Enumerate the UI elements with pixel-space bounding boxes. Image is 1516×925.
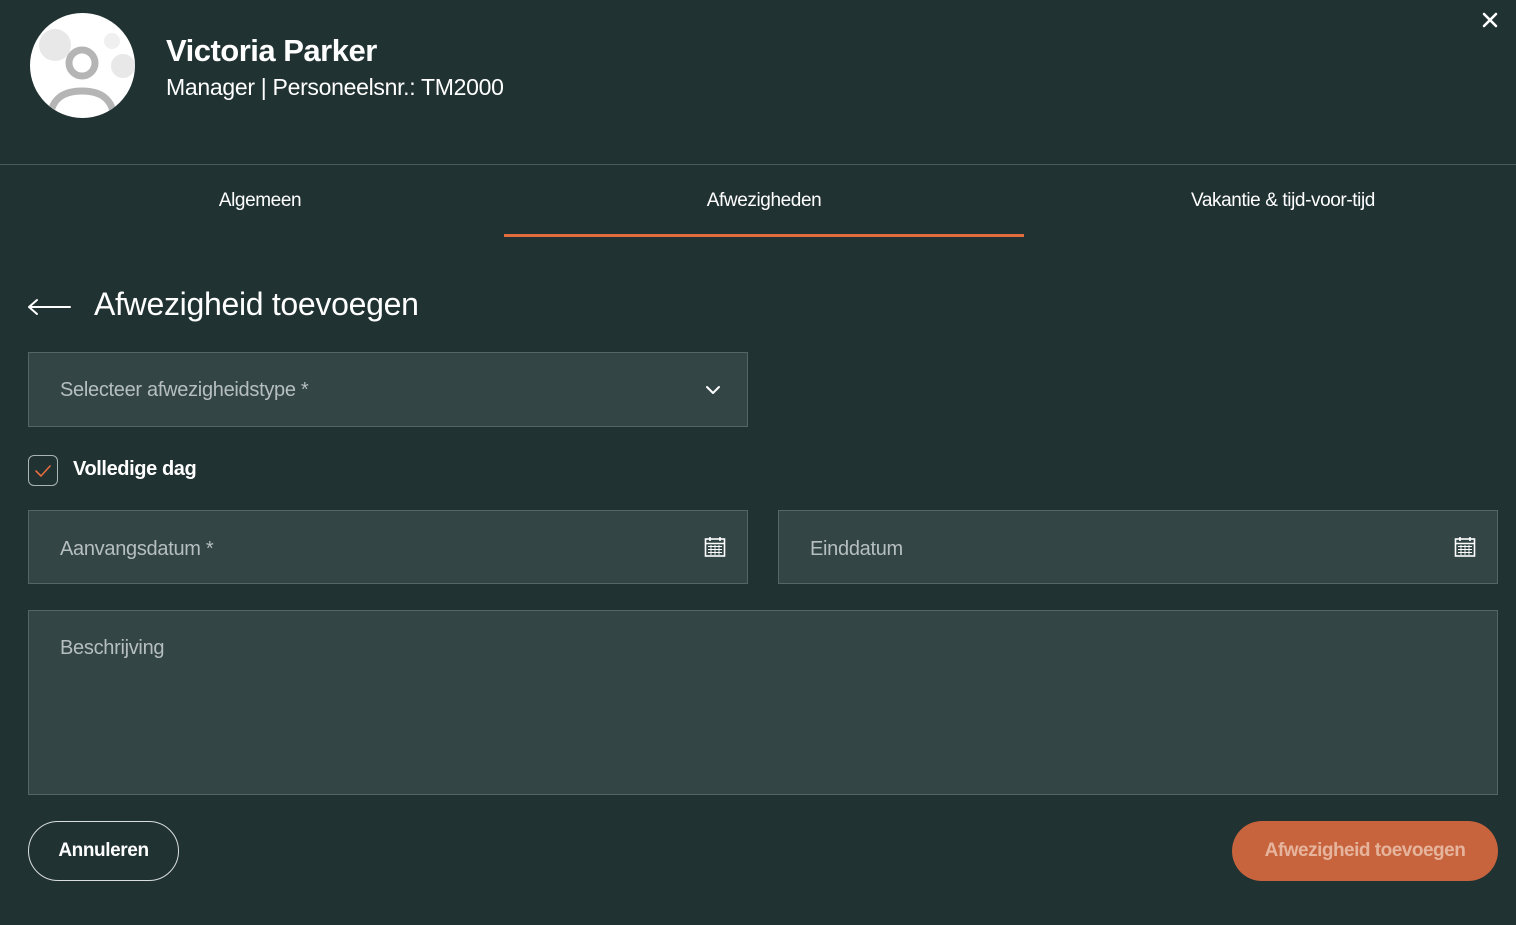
tab-label: Vakantie & tijd-voor-tijd	[1191, 190, 1375, 211]
profile-header: Victoria Parker Manager | Personeelsnr.:…	[0, 0, 1516, 165]
full-day-checkbox[interactable]	[28, 455, 58, 486]
back-button[interactable]	[26, 295, 72, 319]
description-textarea[interactable]: Beschrijving	[28, 610, 1498, 795]
user-role-and-number: Manager | Personeelsnr.: TM2000	[166, 74, 504, 100]
tab-afwezigheden[interactable]: Afwezigheden	[504, 165, 1024, 237]
add-absence-button[interactable]: Afwezigheid toevoegen	[1232, 821, 1498, 881]
end-date-placeholder: Einddatum	[810, 538, 903, 560]
absence-type-placeholder: Selecteer afwezigheidstype *	[60, 379, 309, 401]
avatar	[30, 13, 135, 118]
tab-vakantie[interactable]: Vakantie & tijd-voor-tijd	[1024, 165, 1516, 237]
tab-bar: Algemeen Afwezigheden Vakantie & tijd-vo…	[0, 165, 1516, 237]
start-date-field[interactable]: Aanvangsdatum *	[28, 510, 748, 584]
check-icon	[35, 464, 51, 477]
user-placeholder-icon	[39, 29, 135, 118]
calendar-icon[interactable]	[1453, 535, 1477, 559]
tab-label: Algemeen	[218, 190, 302, 211]
end-date-field[interactable]: Einddatum	[778, 510, 1498, 584]
user-name: Victoria Parker	[166, 33, 377, 68]
close-icon	[1482, 12, 1498, 28]
absence-type-select[interactable]: Selecteer afwezigheidstype *	[28, 352, 748, 427]
full-day-label: Volledige dag	[73, 458, 197, 480]
page-title: Afwezigheid toevoegen	[94, 286, 419, 322]
calendar-icon[interactable]	[703, 535, 727, 559]
start-date-placeholder: Aanvangsdatum *	[60, 538, 214, 560]
close-button[interactable]	[1478, 8, 1502, 32]
chevron-down-icon	[706, 386, 720, 394]
tab-label: Afwezigheden	[706, 190, 822, 211]
tab-algemeen[interactable]: Algemeen	[0, 165, 520, 237]
description-placeholder: Beschrijving	[60, 637, 165, 659]
arrow-left-icon	[28, 299, 71, 315]
cancel-button[interactable]: Annuleren	[28, 821, 179, 881]
